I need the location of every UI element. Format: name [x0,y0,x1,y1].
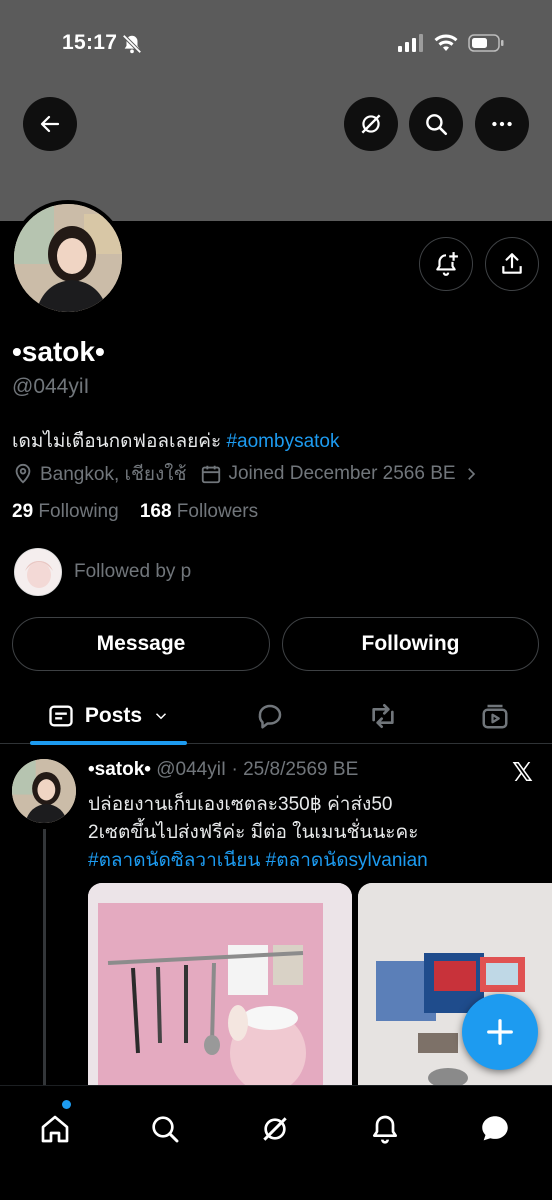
chevron-right-icon[interactable] [462,465,480,483]
back-arrow-icon [40,115,60,133]
user-handle: @044yiI [12,375,90,398]
nav-home[interactable] [25,1104,85,1154]
post-line-1: ปล่อยงานเก็บเองเซตละ350฿ ค่าส่ง50 [88,794,393,815]
signal-icon [398,34,424,57]
profile-tabs: Posts [0,688,552,745]
nav-search[interactable] [135,1104,195,1154]
profile-avatar[interactable] [10,200,126,316]
home-notification-dot [62,1100,71,1109]
post-header: •satok• @044yiI · 25/8/2569 BE [88,759,358,781]
followers-label: Followers [176,501,259,522]
following-link[interactable]: 29 Following [12,501,119,522]
follow-counts: 29 Following 168 Followers [12,501,258,523]
avatar-photo [14,204,122,312]
share-button[interactable] [485,237,539,291]
search-button[interactable] [409,97,463,151]
share-icon [502,253,522,274]
follower-avatar [14,548,62,596]
bio-hashtag-link[interactable]: #aombysatok [226,431,339,452]
back-button[interactable] [23,97,77,151]
tab-posts-label: Posts [84,704,143,727]
post-avatar[interactable] [12,759,76,823]
repost-icon [372,704,394,728]
post-line-2: 2เซตขึ้นไปส่งฟรีค่ะ มีต่อ ในเมนชั่นนะคะ [88,822,419,843]
bottom-navigation [0,1085,552,1200]
status-time: 15:17 [62,31,118,54]
followed-by-row[interactable]: Followed by p [14,548,191,596]
bell-icon [373,1115,397,1144]
media-icon [482,704,508,729]
search-icon [426,114,448,136]
location-text: Bangkok, เชียงใช้ [40,464,187,485]
more-dots-icon [492,121,512,127]
bell-plus-icon [436,252,458,276]
posts-icon [49,705,73,727]
chat-bubble-icon [482,1116,508,1141]
thread-line [43,829,46,1089]
following-label: Following [38,501,119,522]
bell-muted-icon [121,33,143,60]
followers-link[interactable]: 168 Followers [140,501,258,522]
battery-icon [468,34,504,57]
plus-icon [487,1019,513,1045]
location-icon [15,463,31,484]
following-count: 29 [12,501,34,522]
following-button[interactable]: Following [282,617,539,671]
bio: เดมไม่เตือนกดฟอลเลยค่ะ #aombysatok [12,426,340,456]
wifi-icon [434,34,458,57]
message-button[interactable]: Message [12,617,270,671]
home-icon [41,1115,69,1143]
bio-text: เดมไม่เตือนกดฟอลเลยค่ะ [12,431,227,452]
followers-count: 168 [139,501,172,522]
profile-meta: Bangkok, เชียงใช้ Joined December 2566 B… [12,459,486,489]
post-author-name[interactable]: •satok• [88,759,151,780]
nav-grok[interactable] [245,1104,305,1154]
calendar-icon [202,465,221,484]
status-bar: 15:17 [0,0,552,92]
followed-by-text: Followed by p [74,561,192,582]
grok-icon [361,114,381,134]
search-icon [152,1116,179,1143]
post-image-1[interactable] [88,883,352,1093]
nav-notifications[interactable] [355,1104,415,1154]
tab-posts[interactable]: Posts [30,688,187,745]
joined-date: Joined December 2566 BE [228,463,456,484]
tab-media[interactable] [465,688,525,744]
display-name: •satok• [12,336,105,367]
post-handle-date: @044yiI · 25/8/2569 BE [156,759,359,780]
grok-icon [263,1117,287,1141]
tab-replies[interactable] [240,688,300,744]
chevron-down-icon [156,713,167,720]
x-logo-icon: 𝕏 [512,757,533,787]
grok-button[interactable] [344,97,398,151]
reply-bubble-icon [258,704,282,729]
compose-button[interactable] [462,994,538,1070]
tab-reposts[interactable] [353,688,413,744]
post-text: ปล่อยงานเก็บเองเซตละ350฿ ค่าส่ง50 2เซตขึ… [88,791,538,875]
notifications-subscribe-button[interactable] [419,237,473,291]
nav-messages[interactable] [465,1104,525,1154]
more-button[interactable] [475,97,529,151]
post-hashtags[interactable]: #ตลาดนัดซิลวาเนียน #ตลาดนัดsylvanian [88,847,538,875]
